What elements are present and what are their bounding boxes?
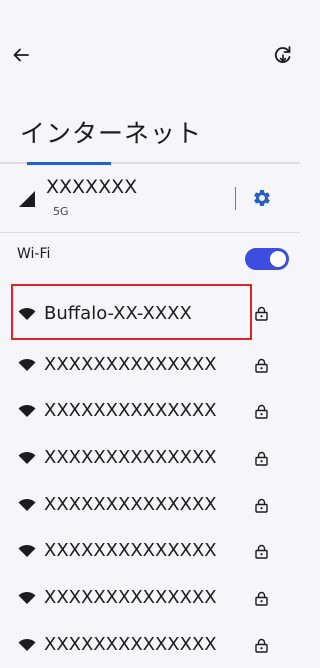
lock-icon [255,591,268,606]
lock-icon [255,451,268,466]
tab-indicator [27,162,111,165]
wifi-network-row[interactable]: XXXXXXXXXXXXXX [0,435,300,481]
carrier-name: XXXXXXX [46,176,138,198]
section-divider [0,232,300,233]
network-reset-icon[interactable] [272,44,294,66]
wifi-signal-icon [18,498,36,511]
lock-icon [255,404,268,419]
gear-icon[interactable] [252,188,272,208]
lock-icon [255,306,268,321]
wifi-ssid: XXXXXXXXXXXXXX [44,354,217,375]
lock-icon [255,638,268,653]
page-title: インターネット [20,119,203,148]
wifi-ssid: XXXXXXXXXXXXXX [44,494,217,515]
highlight-box [11,284,252,340]
wifi-toggle[interactable] [245,248,289,270]
wifi-signal-icon [18,451,36,464]
cellular-signal-icon [19,191,35,207]
wifi-network-row[interactable]: XXXXXXXXXXXXXX [0,575,300,621]
wifi-signal-icon [18,638,36,651]
wifi-network-row[interactable]: XXXXXXXXXXXXXX [0,622,300,668]
toggle-knob [270,251,286,267]
top-app-bar [0,0,300,110]
wifi-network-row[interactable]: XXXXXXXXXXXXXX [0,482,300,528]
wifi-signal-icon [18,358,36,371]
network-type: 5G [53,205,69,218]
wifi-ssid: XXXXXXXXXXXXXX [44,587,217,608]
wifi-signal-icon [18,404,36,417]
lock-icon [255,358,268,373]
arrow-back-icon[interactable] [11,45,31,65]
wifi-label: Wi-Fi [17,246,51,262]
wifi-network-row[interactable]: XXXXXXXXXXXXXX [0,528,300,574]
lock-icon [255,498,268,513]
wifi-signal-icon [18,591,36,604]
wifi-network-row[interactable]: XXXXXXXXXXXXXX [0,342,300,388]
wifi-ssid: XXXXXXXXXXXXXX [44,400,217,421]
wifi-ssid: XXXXXXXXXXXXXX [44,634,217,655]
wifi-network-row[interactable]: XXXXXXXXXXXXXX [0,388,300,434]
wifi-ssid: XXXXXXXXXXXXXX [44,540,217,561]
wifi-signal-icon [18,544,36,557]
wifi-ssid: XXXXXXXXXXXXXX [44,447,217,468]
vertical-separator [235,187,236,210]
lock-icon [255,544,268,559]
